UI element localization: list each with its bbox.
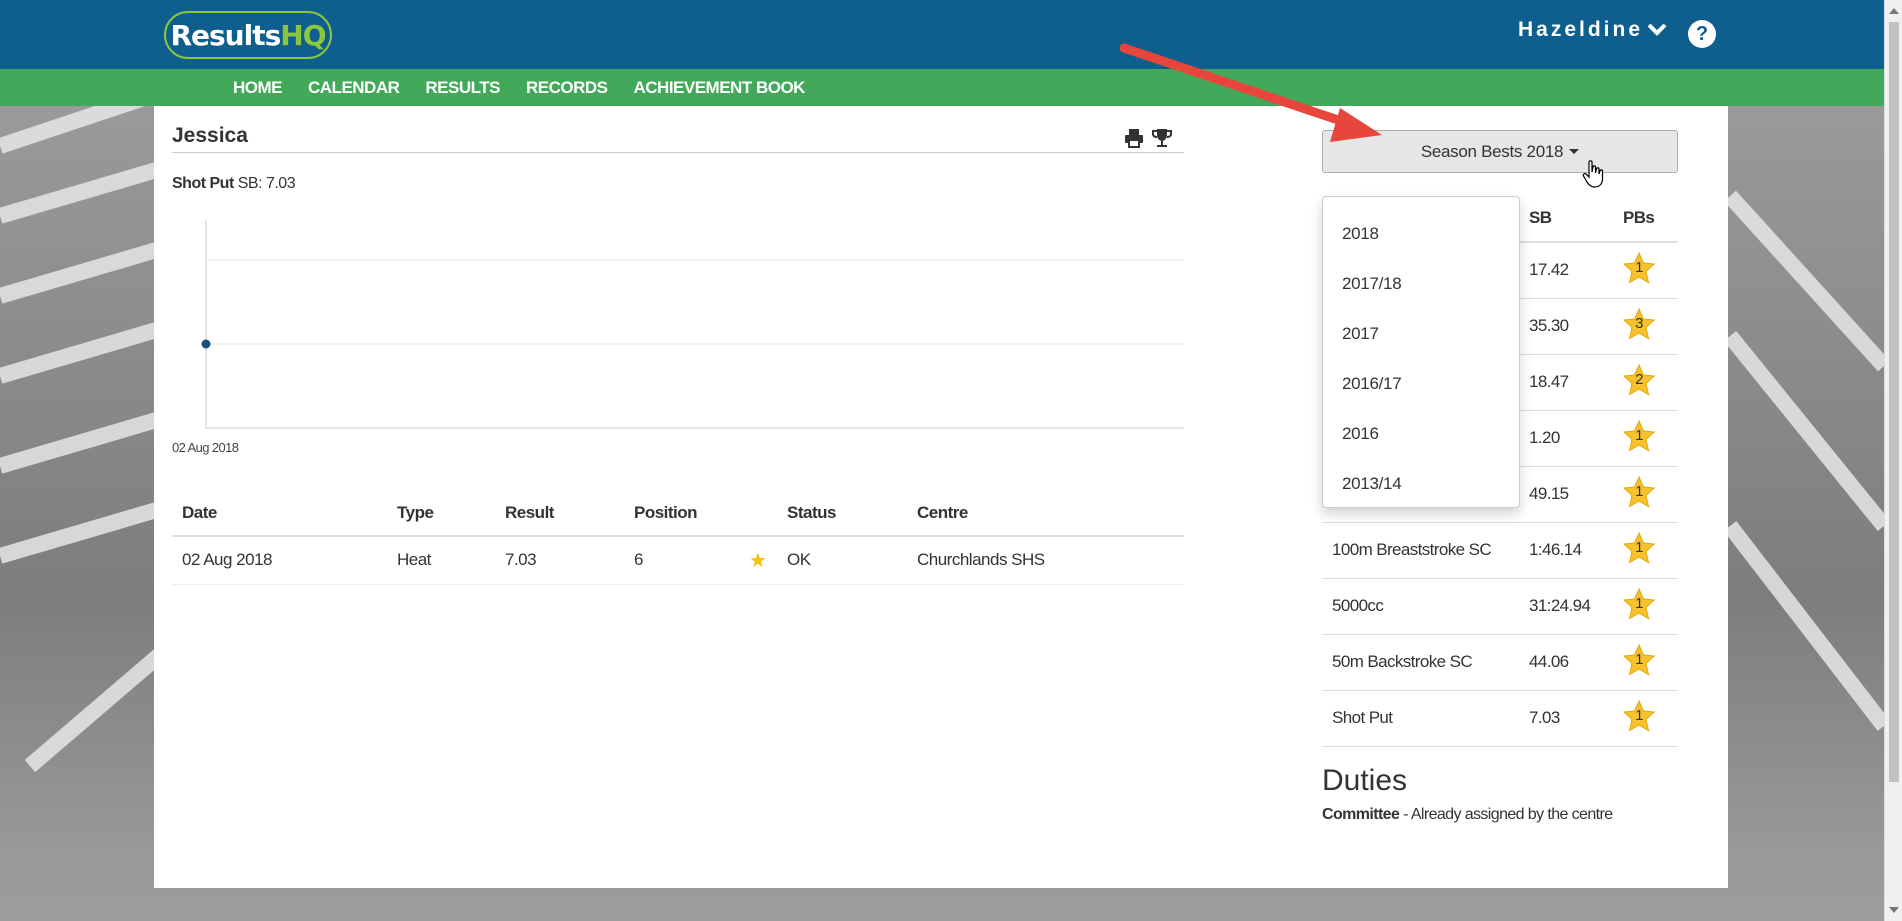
pb-count-star-icon[interactable]: 3 [1623, 307, 1655, 340]
pb-count: 1 [1635, 482, 1643, 500]
help-icon[interactable]: ? [1688, 20, 1716, 48]
row-date: 02 Aug 2018 [172, 536, 387, 585]
sb-row-value: 17.42 [1519, 242, 1613, 299]
row-result: 7.03 [495, 536, 624, 585]
col-type[interactable]: Type [387, 490, 495, 537]
sb-row-value: 44.06 [1519, 634, 1613, 691]
duties-line: Committee - Already assigned by the cent… [1322, 806, 1613, 824]
scroll-down-icon[interactable] [1889, 907, 1899, 913]
user-name: Hazeldine [1518, 18, 1644, 41]
main-content: Jessica Shot Put SB: 7.03 02 Aug 2018 Da… [154, 106, 1728, 888]
pb-count: 3 [1635, 314, 1643, 332]
athlete-name: Jessica [172, 124, 248, 147]
event-name: Shot Put [172, 175, 234, 192]
sb-row-event: 100m Breaststroke SC [1322, 522, 1519, 579]
title-divider [172, 152, 1184, 153]
scroll-up-icon[interactable] [1889, 8, 1899, 14]
col-position[interactable]: Position [624, 490, 739, 537]
pb-count: 1 [1635, 706, 1643, 724]
pb-count: 1 [1635, 650, 1643, 668]
pb-count-star-icon[interactable]: 2 [1623, 363, 1655, 396]
resultshq-logo[interactable]: Results HQ [164, 11, 332, 59]
nav-records[interactable]: RECORDS [526, 78, 608, 98]
sb-row-value: 1.20 [1519, 410, 1613, 467]
sb-col-pbs: PBs [1613, 194, 1678, 243]
chart-point[interactable] [201, 339, 211, 349]
col-pb-marker [739, 490, 777, 537]
sb-row[interactable]: 50m Backstroke SC 44.06 1 [1322, 634, 1678, 691]
pb-count-star-icon[interactable]: 1 [1623, 699, 1655, 732]
col-result[interactable]: Result [495, 490, 624, 537]
chevron-down-icon [1647, 20, 1667, 41]
table-row[interactable]: 02 Aug 2018 Heat 7.03 6 ★ OK Churchlands… [172, 536, 1184, 585]
duty-text: - Already assigned by the centre [1399, 806, 1613, 823]
history-header-row: Date Type Result Position Status Centre [172, 490, 1184, 537]
sb-row-value: 49.15 [1519, 466, 1613, 523]
pb-star-icon: ★ [749, 549, 767, 572]
nav-home[interactable]: HOME [233, 78, 283, 98]
page-scrollbar[interactable] [1884, 0, 1902, 921]
season-option[interactable]: 2017 [1323, 309, 1519, 359]
season-option[interactable]: 2018 [1323, 209, 1519, 259]
sb-row-value: 7.03 [1519, 690, 1613, 747]
season-dropdown-menu: 2018 2017/18 2017 2016/17 2016 2013/14 [1322, 196, 1520, 508]
season-option[interactable]: 2017/18 [1323, 259, 1519, 309]
col-status[interactable]: Status [777, 490, 907, 537]
nav-calendar[interactable]: CALENDAR [308, 78, 400, 98]
row-centre: Churchlands SHS [907, 536, 1184, 585]
pb-count-star-icon[interactable]: 1 [1623, 419, 1655, 452]
sb-row-value: 35.30 [1519, 298, 1613, 355]
pb-count: 1 [1635, 426, 1643, 444]
pb-count: 2 [1635, 370, 1643, 388]
sb-row[interactable]: Shot Put 7.03 1 [1322, 690, 1678, 747]
sb-row[interactable]: 5000cc 31:24.94 1 [1322, 578, 1678, 635]
pb-count-star-icon[interactable]: 1 [1623, 475, 1655, 508]
pb-count: 1 [1635, 258, 1643, 276]
pb-count-star-icon[interactable]: 1 [1623, 643, 1655, 676]
col-centre[interactable]: Centre [907, 490, 1184, 537]
main-nav: HOME CALENDAR RESULTS RECORDS ACHIEVEMEN… [0, 69, 1884, 106]
duty-role: Committee [1322, 806, 1400, 823]
nav-results[interactable]: RESULTS [425, 78, 500, 98]
pb-count-star-icon[interactable]: 1 [1623, 587, 1655, 620]
row-position: 6 [624, 536, 739, 585]
row-status: OK [777, 536, 907, 585]
duties-heading: Duties [1322, 764, 1408, 797]
trophy-icon[interactable] [1152, 128, 1172, 153]
sb-row-value: 18.47 [1519, 354, 1613, 411]
pb-count-star-icon[interactable]: 1 [1623, 251, 1655, 284]
season-option[interactable]: 2016 [1323, 409, 1519, 459]
event-summary: Shot Put SB: 7.03 [172, 175, 296, 193]
top-header: Results HQ Hazeldine ? [0, 0, 1884, 69]
sb-row-event: 50m Backstroke SC [1322, 634, 1519, 691]
nav-achievement-book[interactable]: ACHIEVEMENT BOOK [633, 78, 805, 98]
print-icon[interactable] [1124, 128, 1144, 153]
event-sb: SB: 7.03 [237, 175, 296, 192]
results-history-table: Date Type Result Position Status Centre … [172, 490, 1184, 585]
sb-row-event: 5000cc [1322, 578, 1519, 635]
chart-tick-label: 02 Aug 2018 [172, 440, 239, 455]
scroll-thumb[interactable] [1889, 22, 1899, 782]
progress-chart: 02 Aug 2018 [172, 220, 1184, 455]
col-date[interactable]: Date [172, 490, 387, 537]
pb-count: 1 [1635, 538, 1643, 556]
season-bests-button-label: Season Bests 2018 [1420, 141, 1564, 161]
sb-row-value: 31:24.94 [1519, 578, 1613, 635]
pb-count: 1 [1635, 594, 1643, 612]
user-menu[interactable]: Hazeldine [1518, 18, 1667, 42]
row-type: Heat [387, 536, 495, 585]
season-bests-dropdown-button[interactable]: Season Bests 2018 [1322, 130, 1678, 173]
sb-row-value: 1:46.14 [1519, 522, 1613, 579]
hand-cursor-icon [1582, 160, 1604, 188]
sb-row-event: Shot Put [1322, 690, 1519, 747]
pb-count-star-icon[interactable]: 1 [1623, 531, 1655, 564]
caret-down-icon [1569, 149, 1580, 154]
season-option[interactable]: 2016/17 [1323, 359, 1519, 409]
sb-row[interactable]: 100m Breaststroke SC 1:46.14 1 [1322, 522, 1678, 579]
sb-col-sb: SB [1519, 194, 1613, 243]
season-option[interactable]: 2013/14 [1323, 459, 1519, 509]
